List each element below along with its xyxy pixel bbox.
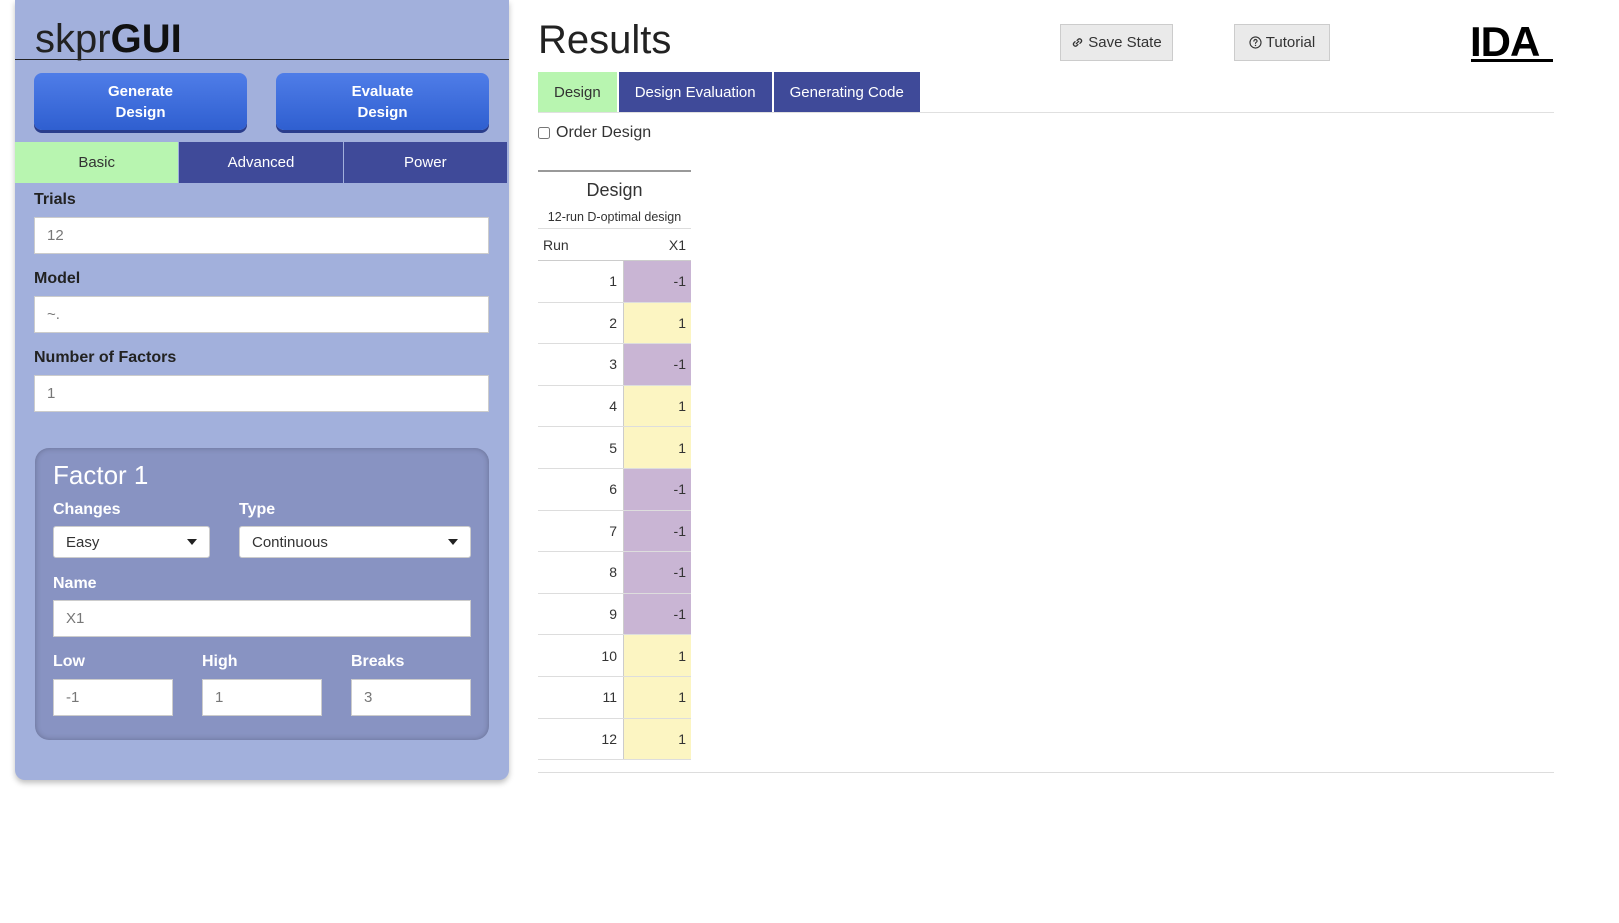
run-cell: 8 — [538, 552, 624, 593]
table-row: 8 -1 — [538, 552, 691, 594]
order-design-toggle[interactable]: Order Design — [538, 124, 651, 142]
run-cell: 4 — [538, 385, 624, 427]
high-input[interactable]: 1 — [202, 679, 322, 716]
x1-cell: -1 — [624, 593, 691, 635]
results-bottom-divider — [538, 772, 1554, 773]
save-state-button[interactable]: Save State — [1060, 24, 1173, 61]
caret-down-icon — [448, 539, 458, 545]
type-value: Continuous — [252, 533, 328, 551]
col-run-header: Run — [543, 236, 569, 253]
run-cell: 9 — [538, 593, 624, 635]
model-input[interactable]: ~. — [34, 296, 489, 333]
table-row: 6 -1 — [538, 468, 691, 511]
run-cell: 1 — [538, 261, 624, 302]
sidebar-tabs: Basic Advanced Power — [15, 142, 507, 183]
table-row: 7 -1 — [538, 510, 691, 553]
generate-design-button[interactable]: Generate Design — [34, 73, 247, 130]
tutorial-label: Tutorial — [1265, 34, 1316, 51]
table-row: 41 — [538, 385, 691, 428]
table-row: 21 — [538, 302, 691, 345]
run-cell: 6 — [538, 468, 624, 510]
changes-select[interactable]: Easy — [53, 526, 210, 558]
tabs-divider — [538, 112, 1554, 113]
table-row: 9 -1 — [538, 593, 691, 636]
model-label: Model — [34, 270, 81, 287]
tab-advanced[interactable]: Advanced — [179, 142, 344, 183]
tab-design[interactable]: Design — [538, 72, 617, 113]
table-row: 10 1 — [538, 635, 691, 677]
link-icon — [1073, 38, 1083, 47]
evaluate-design-button[interactable]: Evaluate Design — [276, 73, 489, 130]
x1-cell: 1 — [624, 718, 691, 760]
low-label: Low — [53, 653, 85, 670]
col-x1-header: X1 — [668, 236, 686, 253]
table-row: 3 -1 — [538, 344, 691, 386]
tab-design-evaluation[interactable]: Design Evaluation — [618, 72, 772, 113]
x1-cell: -1 — [624, 552, 691, 593]
factor-title: Factor 1 — [53, 460, 149, 490]
name-input[interactable]: X1 — [53, 600, 471, 637]
caret-down-icon — [187, 539, 197, 545]
page-title: Results — [538, 18, 672, 62]
table-title: Design — [586, 180, 643, 200]
changes-label: Changes — [53, 501, 121, 518]
run-cell: 11 — [538, 676, 624, 718]
run-cell: 3 — [538, 344, 624, 385]
run-cell: 12 — [538, 718, 624, 760]
x1-cell: 1 — [624, 302, 691, 344]
question-circle-icon — [1249, 36, 1262, 49]
tutorial-button[interactable]: Tutorial — [1234, 24, 1330, 61]
order-design-checkbox[interactable] — [538, 127, 550, 139]
results-tabs: Design Design Evaluation Generating Code — [538, 72, 920, 113]
table-header: Run X1 — [538, 229, 691, 261]
x1-cell: 1 — [624, 427, 691, 468]
order-design-label: Order Design — [556, 124, 652, 141]
tab-basic[interactable]: Basic — [15, 142, 180, 183]
tab-power[interactable]: Power — [343, 142, 507, 183]
table-body: 1 -1 2 1 3 -1 4 1 5 1 6 -1 7 -1 8 -1 9 -1 10 1 11 1 12 1 — [538, 261, 691, 761]
type-select[interactable]: Continuous — [239, 526, 471, 558]
run-cell: 5 — [538, 427, 624, 468]
trials-label: Trials — [34, 191, 76, 208]
design-table: Design 12-run D-optimal design Run X1 1-… — [538, 170, 691, 761]
table-row: 51 — [538, 427, 691, 469]
x1-cell: 1 — [624, 385, 691, 427]
run-cell: 7 — [538, 510, 624, 552]
breaks-input[interactable]: 3 — [351, 679, 471, 716]
x1-cell: 1 — [624, 635, 691, 676]
logo-underline — [1471, 59, 1553, 62]
trials-input[interactable]: 12 — [34, 217, 489, 254]
factor-panel: Factor 1 Changes Easy Type Continuous Na… — [35, 448, 489, 740]
x1-cell: -1 — [624, 261, 691, 302]
run-cell: 2 — [538, 302, 624, 344]
run-cell: 10 — [538, 635, 624, 676]
x1-cell: -1 — [624, 510, 691, 552]
low-input[interactable]: -1 — [53, 679, 173, 716]
x1-cell: 1 — [624, 676, 691, 718]
brand-divider — [15, 59, 509, 60]
changes-value: Easy — [66, 533, 100, 551]
high-label: High — [202, 653, 238, 670]
table-row: 12 1 — [538, 718, 691, 761]
table-row: 11 1 — [538, 676, 691, 719]
brand-title: skprGUI — [35, 17, 182, 61]
table-subtitle: 12-run D-optimal design — [538, 206, 691, 229]
save-state-label: Save State — [1088, 34, 1162, 51]
table-row: 1 -1 — [538, 261, 691, 303]
sidebar: skprGUI Generate Design Evaluate Design … — [15, 0, 509, 780]
tab-generating-code[interactable]: Generating Code — [773, 72, 920, 113]
type-label: Type — [239, 501, 276, 518]
name-label: Name — [53, 575, 97, 592]
breaks-label: Breaks — [351, 653, 405, 670]
x1-cell: -1 — [624, 344, 691, 385]
x1-cell: -1 — [624, 468, 691, 510]
number-of-factors-label: Number of Factors — [34, 349, 177, 366]
number-of-factors-input[interactable]: 1 — [34, 375, 489, 412]
